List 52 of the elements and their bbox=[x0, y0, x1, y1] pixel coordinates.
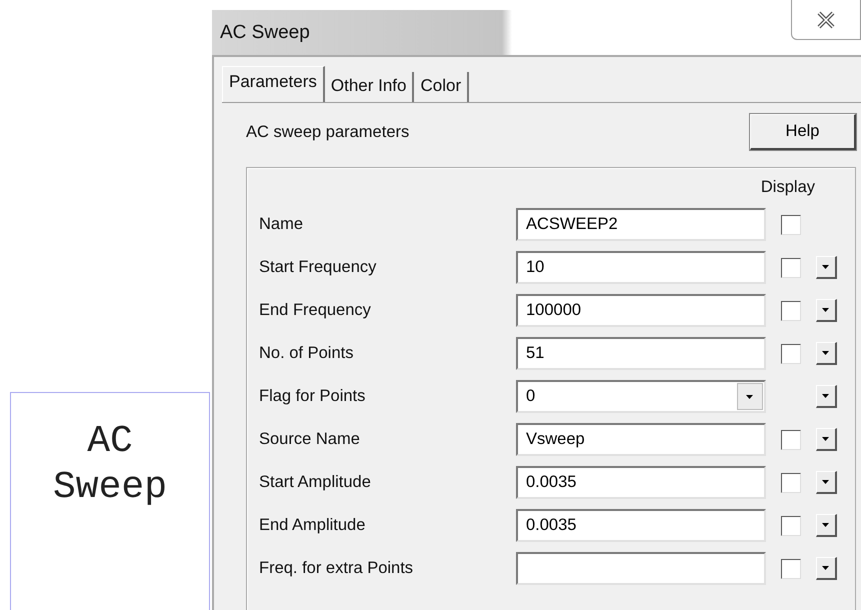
field-label: Source Name bbox=[259, 430, 361, 449]
caret-icon bbox=[822, 349, 830, 357]
display-checkbox[interactable] bbox=[781, 516, 801, 536]
input-field[interactable]: 0.0035 bbox=[516, 509, 766, 542]
field-label: Flag for Points bbox=[259, 387, 366, 406]
caret-icon bbox=[822, 392, 830, 400]
field-label: Start Amplitude bbox=[259, 473, 372, 492]
caret-icon bbox=[822, 478, 830, 486]
display-checkbox[interactable] bbox=[781, 344, 801, 364]
menu-button[interactable] bbox=[816, 557, 837, 580]
menu-button[interactable] bbox=[816, 471, 837, 494]
display-checkbox[interactable] bbox=[781, 430, 801, 450]
menu-button[interactable] bbox=[816, 428, 837, 451]
field-label: Freq. for extra Points bbox=[259, 559, 414, 578]
help-button[interactable]: Help bbox=[750, 114, 856, 150]
field-label: No. of Points bbox=[259, 344, 354, 363]
caret-icon bbox=[822, 564, 830, 572]
field-label: End Amplitude bbox=[259, 516, 366, 535]
menu-button[interactable] bbox=[816, 514, 837, 537]
symbol-label: AC Sweep bbox=[52, 419, 168, 511]
field-label: Start Frequency bbox=[259, 258, 378, 277]
input-field[interactable] bbox=[516, 552, 766, 585]
caret-icon bbox=[822, 435, 830, 443]
close-icon bbox=[816, 10, 836, 30]
menu-button[interactable] bbox=[816, 385, 837, 408]
input-field[interactable]: Vsweep bbox=[516, 423, 766, 456]
dropdown-button[interactable] bbox=[737, 383, 763, 410]
dropdown-field[interactable]: 0 bbox=[516, 380, 766, 413]
menu-button[interactable] bbox=[816, 299, 837, 322]
tab[interactable]: Parameters bbox=[222, 66, 325, 102]
input-field[interactable]: 0.0035 bbox=[516, 466, 766, 499]
caret-icon bbox=[822, 521, 830, 529]
caret-icon bbox=[822, 263, 830, 271]
display-checkbox[interactable] bbox=[781, 214, 801, 234]
window-title: AC Sweep bbox=[220, 22, 310, 44]
section-title: AC sweep parameters bbox=[246, 122, 410, 142]
caret-icon bbox=[822, 306, 830, 314]
display-checkbox[interactable] bbox=[781, 558, 801, 578]
display-checkbox[interactable] bbox=[781, 258, 801, 278]
input-field[interactable]: 51 bbox=[516, 337, 766, 370]
close-button[interactable] bbox=[791, 0, 861, 40]
input-field[interactable]: 100000 bbox=[516, 294, 766, 327]
field-label: Name bbox=[259, 215, 304, 234]
menu-button[interactable] bbox=[816, 256, 837, 279]
caret-icon bbox=[746, 392, 754, 400]
input-field[interactable]: ACSWEEP2 bbox=[516, 208, 766, 241]
column-heading: Display bbox=[760, 178, 815, 198]
field-label: End Frequency bbox=[259, 301, 372, 320]
display-checkbox[interactable] bbox=[781, 300, 801, 320]
display-checkbox[interactable] bbox=[781, 472, 801, 492]
menu-button[interactable] bbox=[816, 342, 837, 365]
input-field[interactable]: 10 bbox=[516, 251, 766, 284]
